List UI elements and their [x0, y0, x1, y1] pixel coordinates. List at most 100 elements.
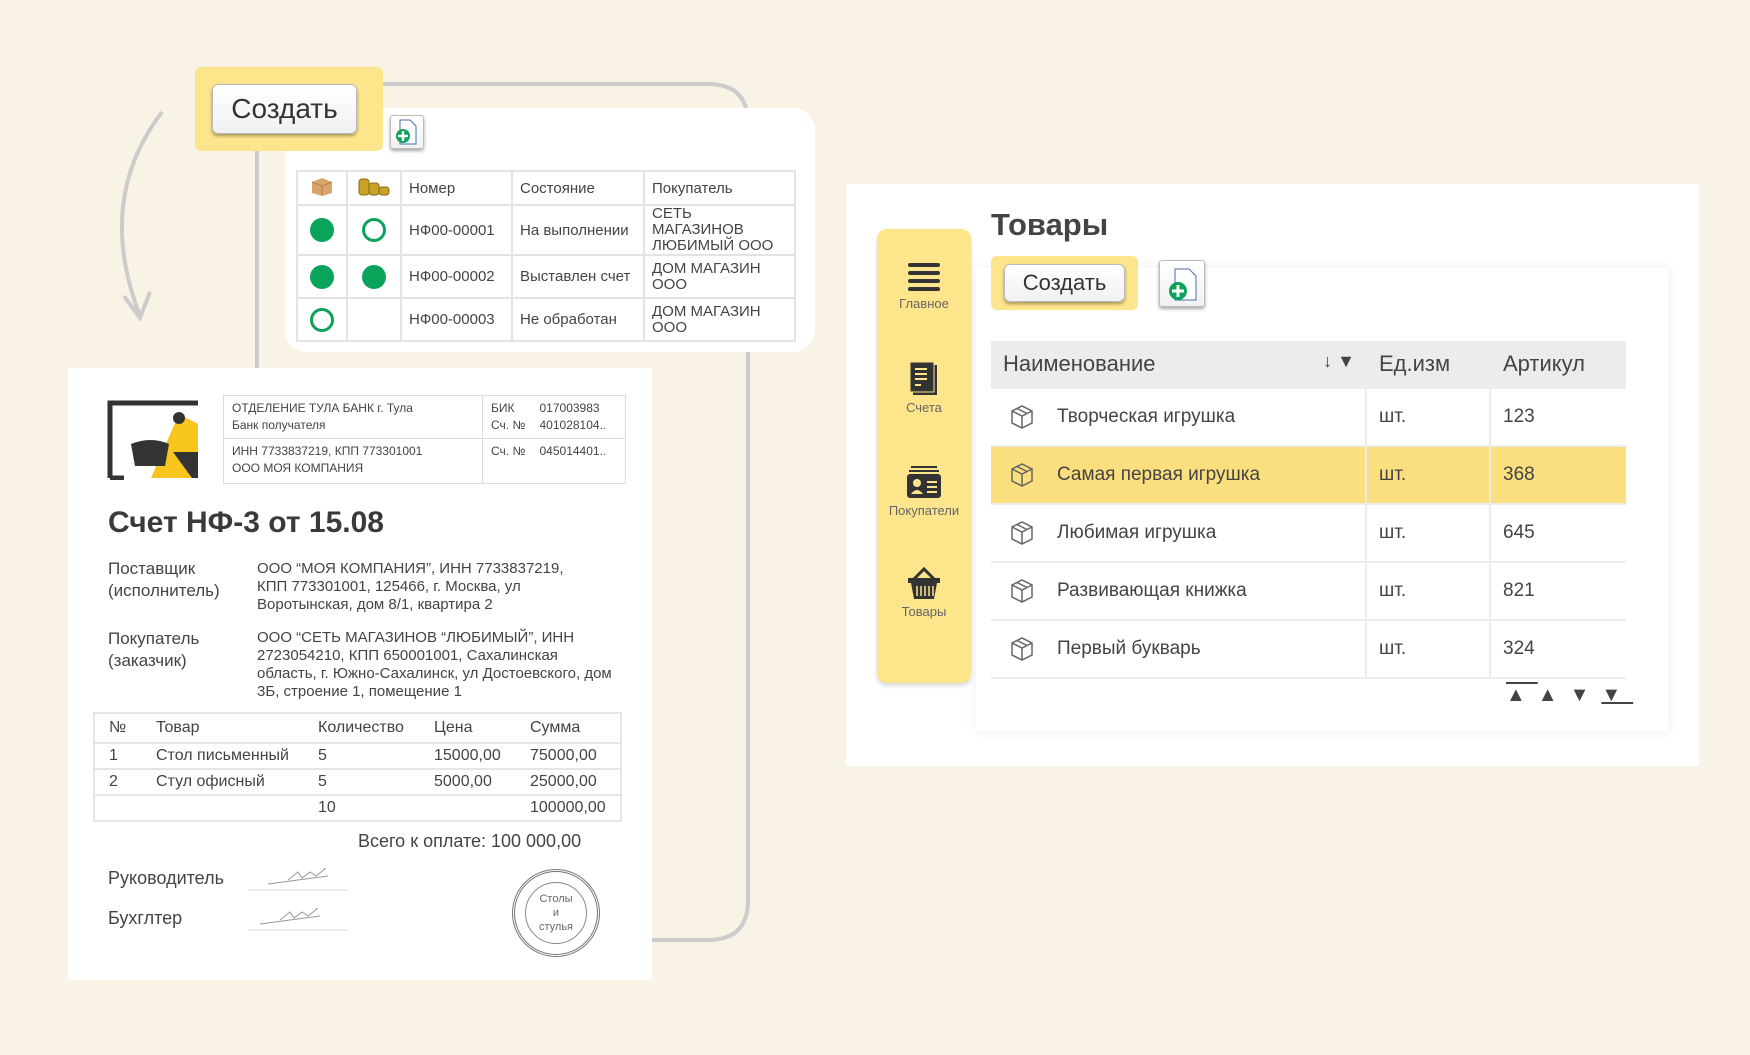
sidebar-item-invoices[interactable]: Счета	[877, 361, 971, 415]
table-row: 1 Стол письменный 5 15000,00 75000,00	[94, 743, 621, 770]
item-unit: шт.	[1365, 620, 1490, 679]
add-document-button[interactable]	[1159, 260, 1205, 307]
item-unit: шт.	[1365, 504, 1490, 563]
table-row[interactable]: Самая первая игрушка шт. 368	[991, 446, 1626, 505]
document-add-icon	[1169, 268, 1197, 300]
paid-status-icon	[362, 264, 386, 289]
box-icon	[1011, 405, 1033, 429]
page-title: Товары	[991, 207, 1109, 242]
order-buyer: ДОМ МАГАЗИН ООО	[643, 254, 796, 299]
table-row[interactable]: Развивающая книжка шт. 821	[991, 562, 1626, 621]
item-unit: шт.	[1365, 388, 1490, 447]
column-header-buyer[interactable]: Покупатель	[643, 170, 796, 206]
column-header-label: Наименование	[1003, 351, 1156, 376]
item-name: Первый букварь	[1057, 638, 1201, 660]
bank-label: Банк получателя	[232, 418, 326, 432]
create-button[interactable]: Создать	[212, 84, 357, 134]
table-row[interactable]: НФ00-00001 На выполнении СЕТЬ МАГАЗИНОВ …	[296, 204, 796, 256]
bik-label: БИК	[491, 401, 515, 415]
total-sum: 100000,00	[516, 795, 621, 822]
sidebar-item-customers[interactable]: Покупатели	[877, 464, 971, 518]
order-buyer: ДОМ МАГАЗИН ООО	[643, 297, 796, 342]
invoice-document: ОТДЕЛЕНИЕ ТУЛА БАНК г. Тула Банк получате…	[68, 368, 652, 980]
add-document-button[interactable]	[390, 115, 424, 149]
shipped-status-icon	[310, 307, 334, 332]
shipped-status-icon	[310, 264, 334, 289]
item-unit: шт.	[1365, 562, 1490, 621]
document-add-icon	[396, 119, 417, 145]
next-page-icon[interactable]: ▼	[1570, 684, 1602, 706]
sidebar-item-goods[interactable]: Товары	[877, 565, 971, 619]
orders-table: Номер Состояние Покупатель НФ00-00001 На…	[296, 170, 796, 342]
create-button[interactable]: Создать	[1004, 264, 1125, 302]
item-name: Развивающая книжка	[1057, 580, 1247, 602]
item-name: Стол письменный	[142, 743, 304, 770]
table-row[interactable]: НФ00-00002 Выставлен счет ДОМ МАГАЗИН ОО…	[296, 254, 796, 299]
column-header-name[interactable]: Наименование ↓ ▼	[991, 341, 1366, 389]
invoice-title: Счет НФ-3 от 15.08	[108, 506, 384, 539]
order-state: Выставлен счет	[511, 254, 645, 299]
col-no: №	[94, 713, 142, 744]
box-icon	[1011, 579, 1033, 603]
order-state: Не обработан	[511, 297, 645, 342]
box-icon	[1011, 463, 1033, 487]
item-name: Творческая игрушка	[1057, 406, 1236, 428]
box-icon	[1011, 521, 1033, 545]
accountant-label: Бухглтер	[108, 908, 183, 928]
item-sku: 645	[1489, 504, 1626, 563]
account-label: Сч. №	[491, 418, 526, 432]
table-row[interactable]: Первый букварь шт. 324	[991, 620, 1626, 679]
item-qty: 5	[304, 769, 420, 796]
table-row[interactable]: НФ00-00003 Не обработан ДОМ МАГАЗИН ООО	[296, 297, 796, 342]
supplier-details: ООО “МОЯ КОМПАНИЯ”, ИНН 7733837219, КПП …	[257, 560, 564, 613]
col-item: Товар	[142, 713, 304, 744]
first-page-icon[interactable]: ▲	[1506, 684, 1538, 706]
last-page-icon[interactable]: ▼	[1601, 684, 1633, 706]
item-sku: 324	[1489, 620, 1626, 679]
order-state: На выполнении	[511, 204, 645, 256]
table-row[interactable]: Творческая игрушка шт. 123	[991, 388, 1626, 447]
director-signature	[248, 867, 348, 891]
bank-details: ОТДЕЛЕНИЕ ТУЛА БАНК г. Тула Банк получате…	[223, 395, 626, 484]
items-table: № Товар Количество Цена Сумма 1 Стол письменн…	[93, 712, 622, 822]
item-name: Любимая игрушка	[1057, 522, 1217, 544]
supplier-label: Поставщик (исполнитель)	[108, 559, 220, 600]
column-header-sku[interactable]: Артикул	[1489, 341, 1626, 389]
paid-status-icon	[362, 218, 386, 242]
shipped-status-icon	[310, 218, 334, 242]
table-row[interactable]: Любимая игрушка шт. 645	[991, 504, 1626, 563]
item-name: Стул офисный	[142, 769, 304, 796]
goods-table: Наименование ↓ ▼ Ед.изм Артикул Творческ…	[991, 341, 1626, 679]
col-sum: Сумма	[516, 713, 621, 744]
sidebar-item-label: Главное	[899, 296, 949, 311]
corr-account-value: 045014401..	[539, 444, 607, 458]
menu-icon	[908, 263, 940, 291]
item-sum: 75000,00	[516, 743, 621, 770]
company-name: ООО МОЯ КОМПАНИЯ	[232, 461, 364, 475]
sidebar-item-label: Счета	[906, 400, 942, 415]
buyer-details: ООО “СЕТЬ МАГАЗИНОВ “ЛЮБИМЫЙ”, ИНН 27230…	[257, 629, 612, 700]
sidebar-item-main[interactable]: Главное	[877, 261, 971, 311]
column-header-state[interactable]: Состояние	[511, 170, 645, 206]
sidebar: Главное Счета Покупатели Товары	[877, 229, 971, 683]
total-to-pay: Всего к оплате: 100 000,00	[358, 831, 582, 851]
prev-page-icon[interactable]: ▲	[1538, 684, 1570, 706]
col-price: Цена	[420, 713, 516, 744]
company-stamp: Столы и стулья	[512, 869, 600, 957]
box-icon	[311, 178, 333, 196]
sort-descending-icon[interactable]: ↓ ▼	[1323, 351, 1355, 372]
order-number: НФ00-00003	[400, 297, 513, 342]
box-icon	[1011, 637, 1033, 661]
item-sku: 123	[1489, 388, 1626, 447]
company-logo	[107, 400, 198, 480]
item-price: 5000,00	[420, 769, 516, 796]
column-header-number[interactable]: Номер	[400, 170, 513, 206]
item-price: 15000,00	[420, 743, 516, 770]
item-sku: 368	[1489, 446, 1626, 505]
column-header-unit[interactable]: Ед.изм	[1365, 341, 1490, 389]
item-unit: шт.	[1365, 446, 1490, 505]
table-row: 2 Стул офисный 5 5000,00 25000,00	[94, 769, 621, 796]
order-buyer: СЕТЬ МАГАЗИНОВ ЛЮБИМЫЙ ООО	[643, 204, 796, 256]
pager: ▲▲▼▼	[1506, 684, 1633, 707]
sidebar-item-label: Покупатели	[888, 503, 960, 518]
